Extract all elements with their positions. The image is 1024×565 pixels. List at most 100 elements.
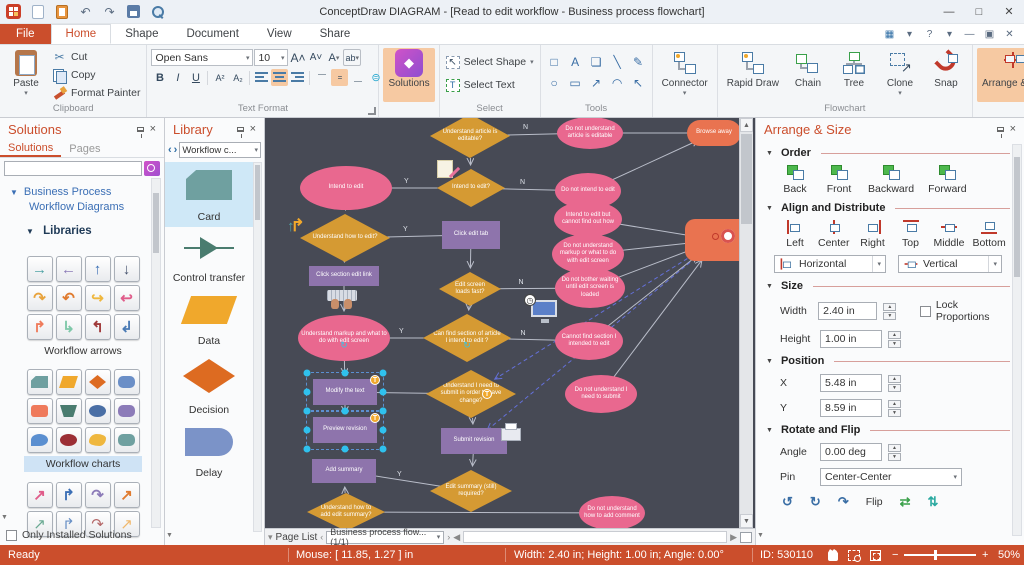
pin-icon[interactable] [997, 127, 1004, 132]
close-button[interactable]: ✕ [994, 0, 1024, 23]
subscript-icon[interactable]: A₂ [229, 69, 246, 86]
underline-icon[interactable]: U [187, 69, 204, 86]
flowchart-node[interactable]: Edit screen loads fast? [439, 272, 501, 306]
solutions-button[interactable]: ◆ Solutions [383, 48, 434, 102]
new-document-icon[interactable] [32, 5, 44, 19]
shape-tile[interactable] [114, 398, 140, 424]
zoom-slider[interactable] [904, 554, 976, 556]
snap-button[interactable]: Snap [924, 48, 968, 102]
bold-icon[interactable]: B [151, 69, 168, 86]
height-stepper[interactable]: ▲▼ [888, 331, 901, 348]
clone-button[interactable]: Clone▾ [878, 48, 922, 102]
layout-dropdown-icon[interactable]: ▾ [903, 28, 916, 41]
shape-tile[interactable]: ↷ [27, 285, 53, 311]
select-shape-button[interactable]: ↖Select Shape▾ [444, 54, 536, 70]
prev-page-icon[interactable]: ‹ [320, 532, 323, 542]
flowchart-node[interactable]: Do not bother waiting until edit screen … [555, 268, 625, 308]
tab-home[interactable]: Home [51, 24, 112, 44]
shape-tile[interactable]: ↗ [27, 482, 53, 508]
shape-tile[interactable] [27, 369, 53, 395]
flip-vertical-icon[interactable]: ⇅ [928, 494, 939, 510]
close-panel-icon[interactable]: × [150, 123, 156, 135]
pan-tool-icon[interactable] [828, 549, 838, 561]
tab-share[interactable]: Share [306, 24, 365, 44]
shape-tile[interactable] [56, 369, 82, 395]
text-tool-icon[interactable]: A [566, 52, 585, 71]
help-icon[interactable]: ? [923, 28, 936, 41]
shape-tile[interactable] [56, 398, 82, 424]
distribute-vertical-select[interactable]: Vertical▾ [898, 255, 1002, 273]
paste-button[interactable]: Paste▾ [4, 48, 48, 102]
flowchart-node[interactable]: Preview revisionT [313, 417, 377, 443]
save-icon[interactable] [127, 5, 140, 18]
shape-tile[interactable] [56, 427, 82, 453]
shape-tile[interactable] [114, 427, 140, 453]
search-icon[interactable] [151, 5, 165, 19]
width-input[interactable]: 2.40 in [818, 302, 877, 320]
shape-tile[interactable]: ↱ [56, 482, 82, 508]
align-right-icon[interactable] [289, 69, 306, 86]
doc-close-icon[interactable]: ✕ [1003, 28, 1016, 41]
shape-tile[interactable]: ↷ [85, 482, 111, 508]
shape-tile[interactable] [85, 398, 111, 424]
decrease-font-icon[interactable]: A˅ [307, 49, 324, 66]
position-x-stepper[interactable]: ▲▼ [888, 375, 901, 392]
align-middle-button[interactable]: Middle [934, 220, 965, 249]
flowchart-node[interactable]: Understand how to edit? [300, 214, 390, 262]
open-icon[interactable] [56, 5, 68, 19]
scroll-down-icon[interactable]: ▼ [756, 532, 765, 539]
lock-proportions-checkbox[interactable] [920, 306, 930, 317]
canvas-vertical-scrollbar[interactable]: ▲ ▼ [739, 118, 753, 528]
shape-tile[interactable]: ↩ [114, 285, 140, 311]
tab-file[interactable]: File [0, 24, 51, 44]
select-text-button[interactable]: TSelect Text [444, 77, 536, 93]
bring-to-front-button[interactable]: Front [824, 165, 854, 195]
flip-horizontal-icon[interactable]: ⇄ [900, 494, 911, 510]
flowchart-node[interactable]: Can find section of article I intend to … [423, 314, 511, 362]
line-tool-icon[interactable]: ╲ [608, 52, 627, 71]
align-section-header[interactable]: Align and Distribute [766, 202, 1010, 214]
flowchart-node[interactable]: Intend to edit [300, 166, 392, 210]
tree-item-business-process[interactable]: ▼Business Process [10, 185, 160, 200]
rapid-draw-button[interactable]: Rapid Draw [722, 48, 784, 102]
position-y-stepper[interactable]: ▲▼ [888, 400, 901, 417]
arrange-size-button[interactable]: Arrange & Size [977, 48, 1024, 102]
pin-icon[interactable] [237, 127, 244, 132]
rotate-section-header[interactable]: Rotate and Flip [766, 424, 1010, 436]
send-to-back-button[interactable]: Back [780, 165, 810, 195]
library-item-data[interactable]: Data [165, 288, 253, 351]
superscript-icon[interactable]: A² [211, 69, 228, 86]
font-family-select[interactable]: Open Sans▾ [151, 49, 253, 66]
tab-view[interactable]: View [253, 24, 306, 44]
tree-item-libraries[interactable]: ▼ Libraries [0, 217, 164, 239]
rotate-arbitrary-icon[interactable]: ↷ [838, 494, 849, 510]
align-center-icon[interactable] [271, 69, 288, 86]
width-stepper[interactable]: ▲▼ [883, 303, 896, 320]
align-right-button[interactable]: Right [858, 220, 888, 249]
connector-button[interactable]: Connector▾ [657, 48, 713, 102]
distribute-horizontal-select[interactable]: Horizontal▾ [774, 255, 886, 273]
solutions-tab[interactable]: Solutions [0, 140, 61, 157]
doc-minimize-icon[interactable]: — [963, 28, 976, 41]
flowchart-node[interactable]: Click section edit link [309, 266, 379, 286]
flowchart-node[interactable]: Click edit tab [442, 221, 500, 249]
undo-icon[interactable]: ↶ [78, 4, 93, 19]
position-section-header[interactable]: Position [766, 355, 1010, 367]
window-layout-icon[interactable]: ▦ [883, 28, 896, 41]
shape-tile[interactable]: ↓ [114, 256, 140, 282]
flowchart-node[interactable]: Understand how to add edit summary? [307, 493, 385, 528]
increase-font-icon[interactable]: A˄ [289, 49, 306, 66]
shape-tile[interactable]: ↑ [85, 256, 111, 282]
shape-tile[interactable]: ↱ [27, 314, 53, 340]
library-item-card[interactable]: Card [165, 162, 253, 227]
page-select[interactable]: Business process flow... (1/1)▾ [326, 531, 444, 544]
position-x-input[interactable]: 5.48 in [820, 374, 882, 392]
pen-tool-icon[interactable]: ✎ [629, 52, 648, 71]
shape-tile[interactable]: ↰ [85, 314, 111, 340]
library-back-icon[interactable]: ‹ [168, 144, 172, 156]
flowchart-node[interactable]: Do not understand how to add comment [579, 496, 645, 528]
flowchart-node[interactable]: Understand I need to submit in order to … [426, 370, 516, 418]
scroll-right-icon[interactable]: ▶ [730, 532, 737, 543]
shape-tile[interactable]: ← [56, 256, 82, 282]
bring-forward-button[interactable]: Forward [928, 165, 967, 195]
